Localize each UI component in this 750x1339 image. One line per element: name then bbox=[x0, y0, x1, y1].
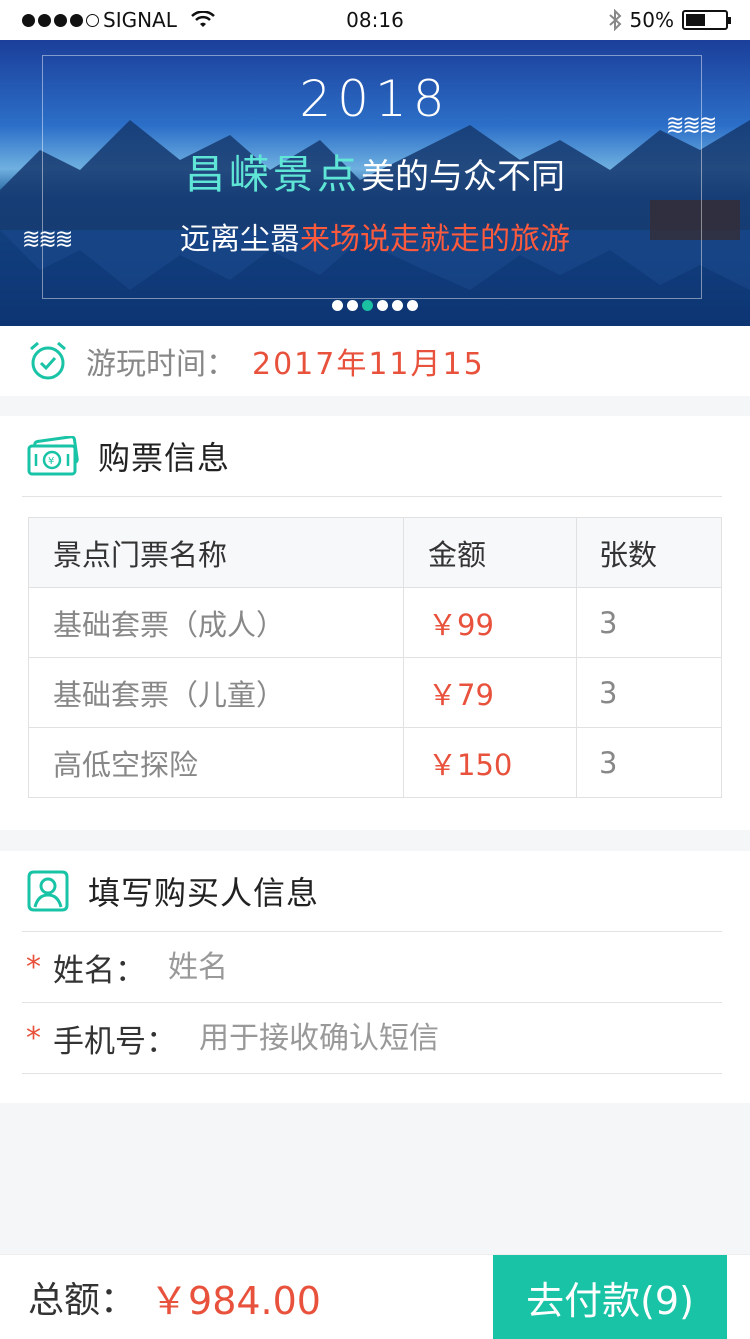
header-amount: 金额 bbox=[403, 517, 577, 588]
ticket-price: ￥79 bbox=[403, 657, 577, 728]
svg-text:¥: ¥ bbox=[48, 456, 54, 467]
buyer-info-card: 填写购买人信息 * 姓名： * 手机号： bbox=[0, 851, 750, 1103]
banner-subline-red: 来场说走就走的旅游 bbox=[300, 222, 570, 257]
phone-label: 手机号： bbox=[53, 1023, 177, 1060]
banner-headline-rest: 美的与众不同 bbox=[361, 157, 565, 197]
ticket-name: 高低空探险 bbox=[28, 727, 404, 798]
banner-subline-white: 远离尘嚣 bbox=[180, 222, 300, 257]
divider bbox=[22, 1073, 722, 1074]
phone-row: * 手机号： bbox=[0, 1003, 750, 1073]
name-label: 姓名： bbox=[53, 952, 146, 989]
ticket-price: ￥150 bbox=[403, 727, 577, 798]
user-profile-icon bbox=[27, 870, 69, 912]
carousel-pager[interactable] bbox=[0, 300, 750, 311]
ticket-name: 基础套票（儿童） bbox=[28, 657, 404, 728]
banner-subline: 远离尘嚣来场说走就走的旅游 bbox=[0, 214, 750, 258]
phone-input[interactable] bbox=[199, 1020, 750, 1056]
battery-percent: 50% bbox=[629, 8, 674, 32]
buyer-info-header: 填写购买人信息 bbox=[0, 851, 722, 931]
pager-dot[interactable] bbox=[407, 300, 418, 311]
name-row: * 姓名： bbox=[0, 932, 750, 1002]
header-quantity: 张数 bbox=[576, 517, 722, 588]
total-amount: ￥984.00 bbox=[150, 1278, 321, 1323]
required-mark: * bbox=[26, 949, 41, 985]
pager-dot[interactable] bbox=[347, 300, 358, 311]
banner-headline: 昌嵘景点美的与众不同 bbox=[0, 142, 750, 200]
banner-year: 2018 bbox=[299, 70, 451, 128]
table-row[interactable]: 高低空探险 ￥150 3 bbox=[28, 727, 722, 798]
required-mark: * bbox=[26, 1020, 41, 1056]
ticket-info-title: 购票信息 bbox=[98, 439, 231, 477]
ticket-qty: 3 bbox=[576, 587, 722, 658]
pager-dot[interactable] bbox=[392, 300, 403, 311]
alarm-clock-icon bbox=[30, 341, 66, 380]
ticket-qty: 3 bbox=[576, 657, 722, 728]
battery-area: 50% bbox=[608, 8, 731, 32]
visit-time-row[interactable]: 游玩时间： 2017年11月15 bbox=[0, 326, 750, 396]
ticket-info-header: ¥ 购票信息 bbox=[0, 416, 722, 496]
status-bar: SIGNAL 08:16 50% bbox=[0, 0, 750, 40]
pager-dot[interactable] bbox=[377, 300, 388, 311]
table-row[interactable]: 基础套票（成人） ￥99 3 bbox=[28, 587, 722, 658]
battery-icon bbox=[682, 10, 731, 30]
total-label: 总额： bbox=[28, 1280, 137, 1321]
ticket-info-card: ¥ 购票信息 景点门票名称 金额 张数 基础套票（成人） ￥99 3 基础套票（… bbox=[0, 416, 750, 830]
pager-dot-active[interactable] bbox=[362, 300, 373, 311]
pager-dot[interactable] bbox=[332, 300, 343, 311]
visit-time-label: 游玩时间： bbox=[86, 347, 236, 382]
ticket-table: 景点门票名称 金额 张数 基础套票（成人） ￥99 3 基础套票（儿童） ￥79… bbox=[28, 517, 722, 798]
buyer-info-title: 填写购买人信息 bbox=[88, 874, 320, 912]
ticket-price: ￥99 bbox=[403, 587, 577, 658]
banner-headline-accent: 昌嵘景点 bbox=[185, 152, 361, 198]
table-header-row: 景点门票名称 金额 张数 bbox=[28, 517, 722, 588]
ticket-name: 基础套票（成人） bbox=[28, 587, 404, 658]
header-ticket-name: 景点门票名称 bbox=[28, 517, 404, 588]
banner-carousel[interactable]: ≈≈≈ ≈≈≈ ≈≈≈ ≈≈≈ 2018 昌嵘景点美的与众不同 远离尘嚣来场说走就走… bbox=[0, 40, 750, 326]
name-input[interactable] bbox=[168, 949, 750, 985]
checkout-bar: 总额： ￥984.00 去付款(9) bbox=[0, 1254, 750, 1339]
table-row[interactable]: 基础套票（儿童） ￥79 3 bbox=[28, 657, 722, 728]
bluetooth-icon bbox=[608, 9, 621, 31]
visit-date-value[interactable]: 2017年11月15 bbox=[252, 339, 485, 383]
ticket-money-icon: ¥ bbox=[27, 436, 79, 476]
pay-button[interactable]: 去付款(9) bbox=[493, 1255, 727, 1339]
ticket-qty: 3 bbox=[576, 727, 722, 798]
